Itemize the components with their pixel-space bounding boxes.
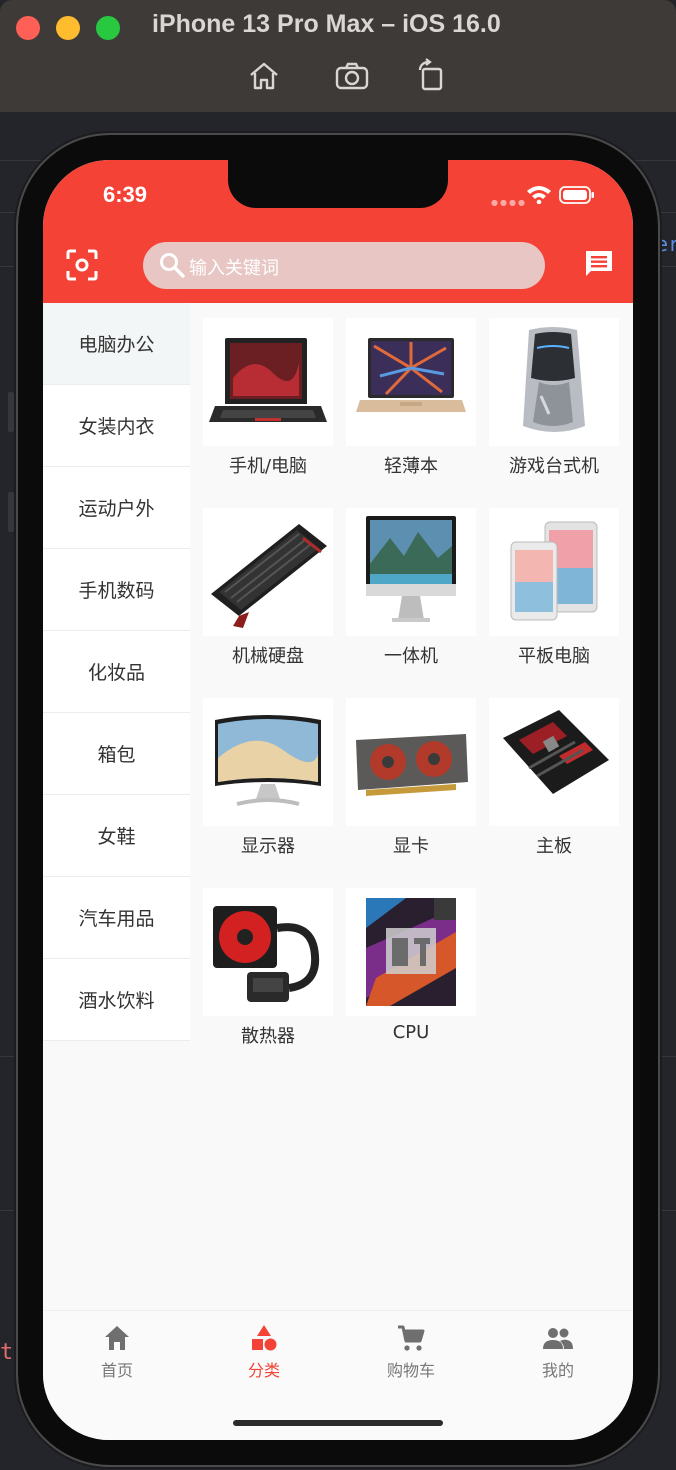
search-input[interactable]: 输入关键词 xyxy=(143,242,545,289)
tab-label: 我的 xyxy=(541,1361,574,1380)
sidebar-item[interactable]: 手机数码 xyxy=(43,549,190,631)
tab-label: 首页 xyxy=(100,1361,133,1380)
category-sidebar: 电脑办公 女装内衣 运动户外 手机数码 化妆品 箱包 女鞋 汽车用品 酒水饮料 xyxy=(43,303,190,1041)
simulator-title: iPhone 13 Pro Max – iOS 16.0 xyxy=(152,10,501,38)
thin-laptop-image xyxy=(346,318,476,446)
zoom-window-button[interactable] xyxy=(96,16,120,40)
product-item[interactable]: 一体机 xyxy=(346,508,476,678)
sidebar-item[interactable]: 电脑办公 xyxy=(43,303,190,385)
cart-icon xyxy=(398,1325,425,1351)
product-label: 显示器 xyxy=(241,836,295,857)
minimize-window-button[interactable] xyxy=(56,16,80,40)
search-placeholder: 输入关键词 xyxy=(189,258,279,279)
graphics-card-image xyxy=(346,698,476,826)
product-label: 平板电脑 xyxy=(518,646,590,667)
editor-text-fragment: t xyxy=(0,1340,14,1365)
close-window-button[interactable] xyxy=(16,16,40,40)
tablet-image xyxy=(489,508,619,636)
product-label: CPU xyxy=(392,1022,430,1043)
product-label: 主板 xyxy=(536,836,572,857)
tab-home[interactable]: 首页 xyxy=(43,1323,191,1381)
home-icon[interactable] xyxy=(246,58,282,94)
product-item[interactable]: CPU xyxy=(346,888,476,1058)
sidebar-item[interactable]: 箱包 xyxy=(43,713,190,795)
motherboard-image xyxy=(489,698,619,826)
sidebar-item[interactable]: 酒水饮料 xyxy=(43,959,190,1041)
cpu-image xyxy=(346,888,476,1016)
home-icon xyxy=(105,1326,129,1350)
message-icon[interactable] xyxy=(583,248,615,280)
product-label: 游戏台式机 xyxy=(509,456,599,477)
product-label: 手机/电脑 xyxy=(228,456,308,477)
tab-label: 购物车 xyxy=(386,1361,435,1380)
rotate-icon[interactable] xyxy=(414,58,450,94)
sidebar-item[interactable]: 运动户外 xyxy=(43,467,190,549)
status-time: 6:39 xyxy=(103,182,148,207)
keyboard-image xyxy=(203,508,333,636)
all-in-one-image xyxy=(346,508,476,636)
screenshot-icon[interactable] xyxy=(334,58,370,94)
product-item[interactable]: 机械硬盘 xyxy=(203,508,333,678)
monitor-image xyxy=(203,698,333,826)
sidebar-item[interactable]: 女鞋 xyxy=(43,795,190,877)
product-item[interactable]: 手机/电脑 xyxy=(203,318,333,488)
product-label: 显卡 xyxy=(393,836,429,857)
cooler-image xyxy=(203,888,333,1016)
tab-mine[interactable]: 我的 xyxy=(484,1323,632,1381)
product-item[interactable]: 散热器 xyxy=(203,888,333,1058)
tab-label: 分类 xyxy=(247,1361,280,1380)
product-label: 轻薄本 xyxy=(384,456,438,477)
product-label: 散热器 xyxy=(241,1026,295,1047)
cellular-icon: ●●●● xyxy=(491,198,527,207)
battery-icon xyxy=(559,186,594,204)
tab-category[interactable]: 分类 xyxy=(190,1323,338,1381)
category-icon xyxy=(252,1325,277,1351)
product-item[interactable]: 轻薄本 xyxy=(346,318,476,488)
phone-screen: 6:39 ●●●● 输入关键词 电脑办公 女装内衣 运动户外 手机数码 化妆品 … xyxy=(43,160,633,1440)
editor-gutter-mark xyxy=(8,492,14,532)
tab-cart[interactable]: 购物车 xyxy=(337,1323,485,1381)
product-item[interactable]: 游戏台式机 xyxy=(489,318,619,488)
sidebar-item[interactable]: 化妆品 xyxy=(43,631,190,713)
scan-icon[interactable] xyxy=(65,248,99,282)
product-item[interactable]: 显示器 xyxy=(203,698,333,868)
wifi-icon xyxy=(527,186,551,204)
editor-gutter-mark xyxy=(8,392,14,432)
product-label: 一体机 xyxy=(384,646,438,667)
simulator-titlebar: iPhone 13 Pro Max – iOS 16.0 xyxy=(0,0,676,113)
phone-notch xyxy=(228,160,448,208)
product-item[interactable]: 主板 xyxy=(489,698,619,868)
product-item[interactable]: 平板电脑 xyxy=(489,508,619,678)
editor-text-fragment: er xyxy=(656,232,676,256)
gaming-desktop-image xyxy=(489,318,619,446)
product-label: 机械硬盘 xyxy=(232,646,304,667)
search-icon xyxy=(160,253,185,278)
sidebar-item[interactable]: 汽车用品 xyxy=(43,877,190,959)
people-icon xyxy=(543,1328,573,1349)
sidebar-item[interactable]: 女装内衣 xyxy=(43,385,190,467)
home-indicator xyxy=(233,1420,443,1426)
product-item[interactable]: 显卡 xyxy=(346,698,476,868)
laptop-image xyxy=(203,318,333,446)
